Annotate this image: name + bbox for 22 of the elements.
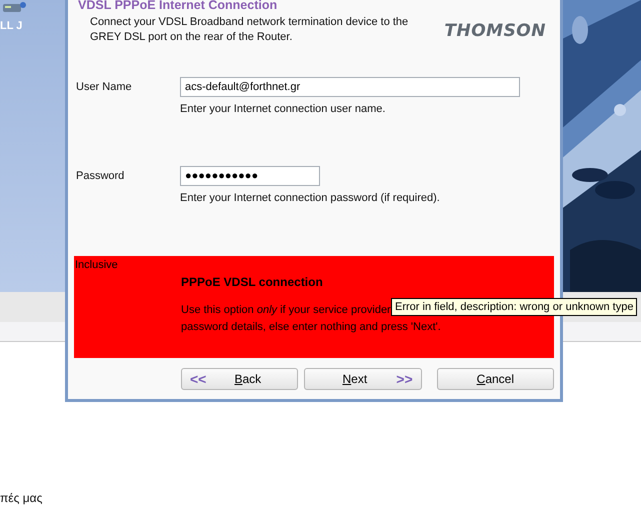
panel-tag: Inclusive (75, 257, 118, 274)
footer-text: πές μας (0, 490, 42, 505)
side-label: LL J (0, 19, 22, 34)
panel-text: Use this option only if your service provider (181, 303, 391, 318)
intro-text: Connect your VDSL Broadband network termination device to the GREY DSL port on the rear of the Router. (90, 15, 410, 45)
password-field[interactable]: ●●●●●●●●●●● (180, 166, 320, 186)
router-icon (2, 0, 26, 14)
error-tooltip: Error in field, description: wrong or unknown type (391, 298, 638, 316)
arrow-icon: >> (396, 368, 413, 390)
wizard-button[interactable]: Next >> (304, 368, 422, 390)
brand-logo: THOMSON (444, 20, 546, 43)
wizard-button[interactable]: << Back (181, 368, 298, 390)
field-hint: Enter your Internet connection user name. (180, 102, 386, 117)
username-field[interactable]: acs-default@forthnet.gr (180, 77, 520, 97)
panel-text: password details, else enter nothing and press 'Next'. (181, 320, 441, 335)
arrow-icon: << (190, 368, 206, 390)
field-label: User Name (75, 80, 133, 95)
field-hint: Enter your Internet connection password (if required). (180, 190, 440, 206)
panel-heading: PPPoE VDSL connection (181, 274, 323, 291)
field-label: Password (75, 168, 126, 184)
wizard-button[interactable]: Cancel (436, 368, 554, 390)
dialog-title: VDSL PPPoE Internet Connection (78, 0, 278, 13)
